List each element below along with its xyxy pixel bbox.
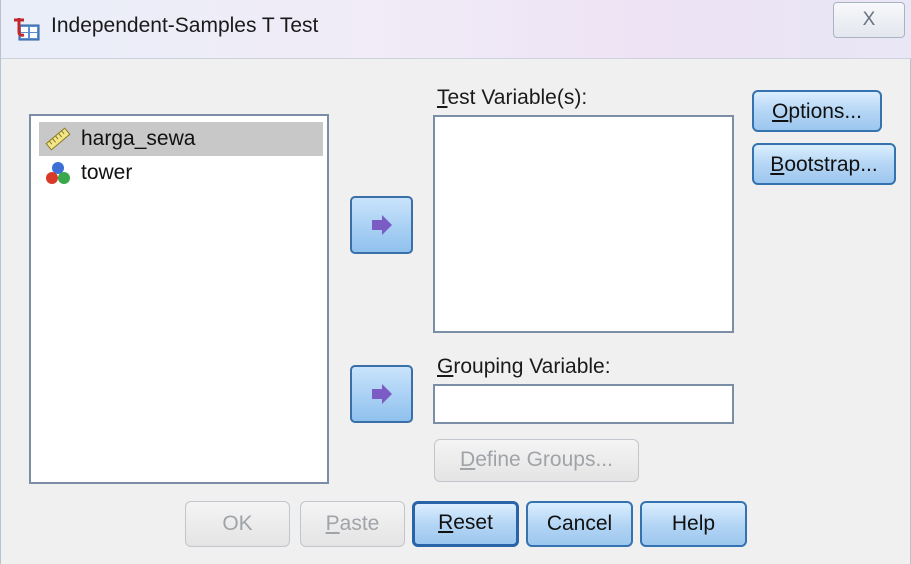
bootstrap-button[interactable]: Bootstrap... [752, 143, 896, 185]
mnemonic: D [460, 448, 476, 471]
paste-button[interactable]: Paste [300, 501, 405, 547]
button-text: efine Groups... [475, 448, 613, 471]
button-text: aste [339, 512, 380, 535]
right-arrow-icon [372, 215, 392, 235]
scale-ruler-icon [45, 127, 71, 151]
title-bar[interactable]: Independent-Samples T Test X [1, 0, 911, 59]
help-button[interactable]: Help [640, 501, 747, 547]
mnemonic: G [437, 355, 454, 378]
mnemonic: R [438, 511, 454, 534]
define-groups-button[interactable]: Define Groups... [434, 439, 639, 482]
move-to-test-variables-button[interactable] [350, 196, 413, 254]
cancel-button[interactable]: Cancel [526, 501, 633, 547]
test-variables-list[interactable] [433, 115, 734, 333]
mnemonic: O [772, 100, 789, 123]
options-button[interactable]: Options... [752, 90, 882, 132]
close-icon: X [862, 9, 876, 30]
label-text: rouping Variable: [453, 355, 611, 378]
nominal-balls-icon [46, 162, 70, 184]
grouping-variable-label: Grouping Variable: [437, 355, 611, 379]
test-variables-label: Test Variable(s): [437, 86, 587, 110]
ok-button[interactable]: OK [185, 501, 290, 547]
dialog-window: Independent-Samples T Test X harga_sewa [0, 0, 911, 564]
button-text: ootstrap... [784, 153, 878, 176]
move-to-grouping-variable-button[interactable] [350, 365, 413, 423]
variable-label: tower [81, 161, 133, 184]
mnemonic: B [770, 153, 785, 176]
button-text: ptions... [788, 100, 862, 123]
button-text: eset [453, 511, 493, 534]
t-test-app-icon [14, 18, 40, 41]
label-text: est Variable(s): [447, 86, 588, 109]
list-item-tower[interactable]: tower [39, 156, 323, 190]
mnemonic: T [437, 86, 448, 109]
reset-button[interactable]: Reset [412, 501, 519, 547]
mnemonic: P [325, 512, 340, 535]
source-variable-list[interactable]: harga_sewa tower [29, 114, 329, 484]
close-button[interactable]: X [833, 2, 905, 38]
window-title: Independent-Samples T Test [51, 14, 319, 37]
right-arrow-icon [372, 384, 392, 404]
grouping-variable-field[interactable] [433, 384, 734, 424]
variable-label: harga_sewa [81, 127, 196, 150]
list-item-harga-sewa[interactable]: harga_sewa [39, 122, 323, 156]
